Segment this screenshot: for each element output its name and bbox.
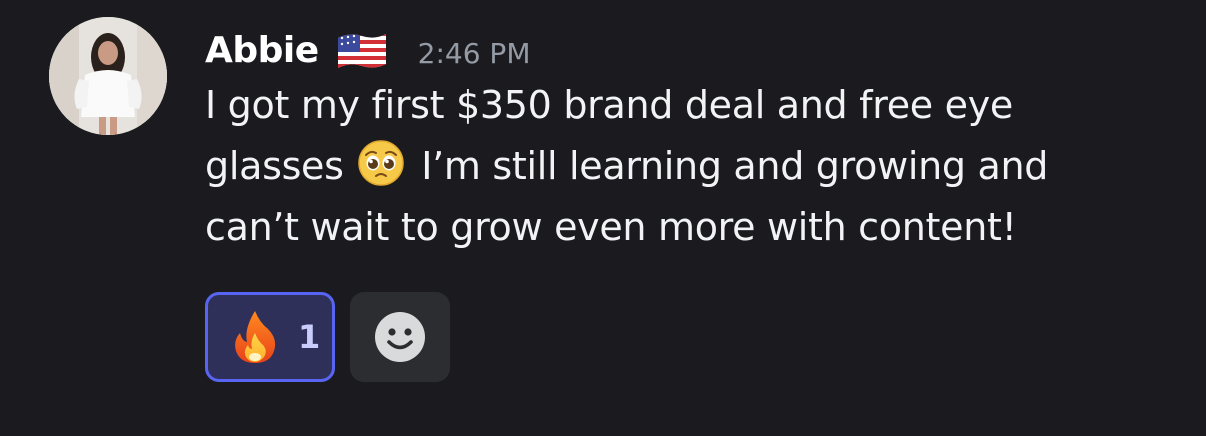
message-timestamp[interactable]: 2:46 PM (418, 37, 531, 70)
message-line: I got my first $350 brand deal and free … (205, 75, 1165, 136)
message-text: can’t wait to grow even more with conten… (205, 205, 1017, 249)
message-body: I got my first $350 brand deal and free … (205, 75, 1165, 258)
fire-reaction-button[interactable]: 1 (205, 292, 335, 382)
message-header: Abbie 2:46 PM (205, 22, 1165, 78)
us-flag-icon (337, 34, 386, 68)
chat-message: Abbie 2:46 PM I got my first $350 brand … (0, 0, 1206, 436)
pleading-face-icon (358, 140, 405, 186)
author-name[interactable]: Abbie (205, 30, 319, 71)
fire-icon (235, 311, 276, 363)
avatar[interactable] (49, 17, 167, 135)
message-text: glasses (205, 144, 356, 188)
reaction-count: 1 (298, 318, 321, 356)
reactions-bar: 1 (205, 292, 450, 382)
add-reaction-button[interactable] (350, 292, 450, 382)
message-text: I’m still learning and growing and (409, 144, 1049, 188)
message-content: Abbie 2:46 PM I got my first $350 brand … (205, 22, 1165, 258)
smiley-icon (375, 312, 425, 362)
message-text: I got my first $350 brand deal and free … (205, 83, 1013, 127)
message-line: glasses I’m still learning and growing a… (205, 136, 1165, 197)
message-line: can’t wait to grow even more with conten… (205, 197, 1165, 258)
